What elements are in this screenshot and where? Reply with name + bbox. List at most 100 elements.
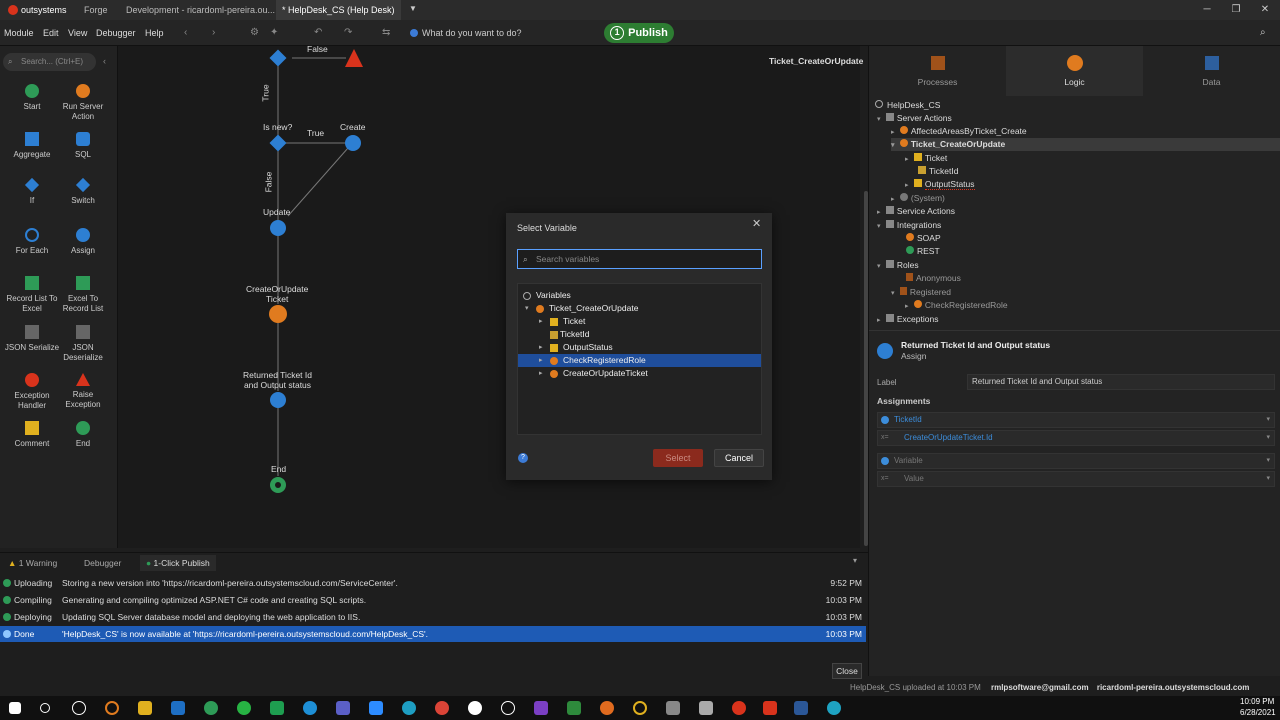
file-explorer-icon[interactable]: [138, 701, 152, 715]
tree-roles[interactable]: ▾ Roles: [877, 259, 919, 272]
tool-sql[interactable]: SQL: [55, 132, 111, 160]
toolbox-search-input[interactable]: ⌕ Search... (Ctrl+E): [3, 53, 96, 71]
app-green-icon[interactable]: [204, 701, 218, 715]
tree-ticket[interactable]: ▸ Ticket: [518, 315, 761, 328]
edge-icon[interactable]: [402, 701, 416, 715]
log-row-done[interactable]: Done 'HelpDesk_CS' is now available at 'h…: [0, 626, 866, 642]
tab-warnings[interactable]: ▲ 1 Warning: [8, 555, 57, 571]
tool-exception-handler[interactable]: Exception Handler: [4, 373, 60, 411]
tool-for-each[interactable]: For Each: [4, 228, 60, 256]
chrome-icon[interactable]: [435, 701, 449, 715]
variable-search-input[interactable]: ⌕ Search variables: [517, 249, 762, 269]
close-window-icon[interactable]: ✕: [1250, 0, 1280, 20]
clock-date[interactable]: 6/28/2021: [1240, 708, 1276, 717]
tree-service-actions[interactable]: ▸ Service Actions: [877, 205, 955, 218]
app-red-icon[interactable]: [732, 701, 746, 715]
tab-development[interactable]: Development - ricardoml-pereira.ou...: [126, 0, 275, 20]
tree-helpdesk-cs[interactable]: HelpDesk_CS: [875, 99, 940, 112]
search-icon[interactable]: ⌕: [1260, 20, 1266, 46]
maximize-icon[interactable]: ❐: [1221, 0, 1251, 20]
tree-registered[interactable]: ▾ Registered: [891, 286, 951, 299]
clock-time[interactable]: 10:09 PM: [1240, 697, 1274, 706]
menu-help[interactable]: Help: [145, 20, 164, 46]
menu-debugger[interactable]: Debugger: [96, 20, 136, 46]
tool-record-list-to-excel[interactable]: Record List To Excel: [4, 276, 60, 314]
compare-icon[interactable]: ⇆: [382, 20, 390, 46]
tool-json-serialize[interactable]: JSON Serialize: [4, 325, 60, 353]
app-gray-icon[interactable]: [666, 701, 680, 715]
tree-soap[interactable]: SOAP: [903, 232, 941, 245]
tree-rest[interactable]: REST: [903, 245, 940, 258]
tree-check-registered-role[interactable]: ▸ CheckRegisteredRole: [518, 354, 761, 367]
tree-server-actions[interactable]: ▾ Server Actions: [877, 112, 952, 125]
tool-switch[interactable]: Switch: [55, 177, 111, 206]
publish-button[interactable]: 1 Publish: [604, 23, 674, 43]
tool-run-server-action[interactable]: Run Server Action: [55, 84, 111, 122]
tool-assign[interactable]: Assign: [55, 228, 111, 256]
assignment-variable-2[interactable]: Variable ▾: [877, 453, 1275, 469]
hangouts-icon[interactable]: [270, 701, 284, 715]
tool-end[interactable]: End: [55, 421, 111, 449]
undo-icon[interactable]: ↶: [314, 20, 322, 46]
collapse-toolbox-icon[interactable]: ‹: [103, 56, 106, 66]
tab-helpdesk[interactable]: * HelpDesk_CS (Help Desk): [276, 0, 401, 20]
tool-excel-to-record-list[interactable]: Excel To Record List: [55, 276, 111, 314]
tree-ticket-create-or-update[interactable]: ▾ Ticket_CreateOrUpdate: [891, 138, 1280, 151]
zoom-icon[interactable]: [369, 701, 383, 715]
command-prompt[interactable]: What do you want to do?: [422, 20, 522, 46]
tree-create-or-update-ticket[interactable]: ▸ CreateOrUpdateTicket: [518, 367, 761, 380]
tree-ticket-create-or-update[interactable]: ▾ Ticket_CreateOrUpdate: [518, 302, 761, 315]
tree-param-output-status[interactable]: ▸ OutputStatus: [905, 178, 975, 191]
tabs-dropdown-icon[interactable]: ▼: [409, 4, 417, 13]
app-orange2-icon[interactable]: [600, 701, 614, 715]
dialog-close-icon[interactable]: ✕: [752, 217, 761, 230]
outlook-icon[interactable]: [171, 701, 185, 715]
debug-icon[interactable]: ✦: [270, 20, 278, 46]
app-white-icon[interactable]: [468, 701, 482, 715]
tool-json-deserialize[interactable]: JSON Deserialize: [55, 325, 111, 363]
assignment-value-1[interactable]: x= CreateOrUpdateTicket.Id ▾: [877, 430, 1275, 446]
assignment-value-2[interactable]: x= Value ▾: [877, 471, 1275, 487]
label-input[interactable]: Returned Ticket Id and Output status: [967, 374, 1275, 390]
tree-param-ticket-id[interactable]: TicketId: [915, 165, 958, 178]
tab-debugger[interactable]: Debugger: [84, 555, 121, 571]
tool-start[interactable]: Start: [4, 84, 60, 112]
tree-exceptions[interactable]: ▸ Exceptions: [877, 313, 938, 326]
tree-variables-root[interactable]: Variables: [518, 289, 761, 302]
whatsapp-icon[interactable]: [237, 701, 251, 715]
app-green2-icon[interactable]: [567, 701, 581, 715]
tab-data[interactable]: Data: [1143, 46, 1280, 96]
tree-anonymous[interactable]: Anonymous: [903, 272, 961, 285]
tree-integrations[interactable]: ▾ Integrations: [877, 219, 941, 232]
menu-module[interactable]: Module: [4, 20, 34, 46]
app-teal-icon[interactable]: [827, 701, 841, 715]
close-button[interactable]: Close: [832, 663, 862, 679]
tab-logic[interactable]: Logic: [1006, 46, 1143, 96]
visual-studio-icon[interactable]: [534, 701, 548, 715]
app-orange-icon[interactable]: [105, 701, 119, 715]
skype-icon[interactable]: [303, 701, 317, 715]
forward-arrow-icon[interactable]: ›: [212, 20, 215, 46]
task-view-icon[interactable]: [72, 701, 86, 715]
menu-edit[interactable]: Edit: [43, 20, 59, 46]
tree-system[interactable]: ▸ (System): [891, 192, 945, 205]
search-icon[interactable]: [40, 703, 50, 713]
tool-aggregate[interactable]: Aggregate: [4, 132, 60, 160]
redo-icon[interactable]: ↷: [344, 20, 352, 46]
menu-view[interactable]: View: [68, 20, 87, 46]
tree-check-registered-role[interactable]: ▸ CheckRegisteredRole: [905, 299, 1008, 312]
assignment-variable-1[interactable]: TicketId ▾: [877, 412, 1275, 428]
windows-start-icon[interactable]: [9, 702, 21, 714]
cancel-button[interactable]: Cancel: [714, 449, 764, 467]
tree-output-status[interactable]: ▸ OutputStatus: [518, 341, 761, 354]
app-gray2-icon[interactable]: [699, 701, 713, 715]
tab-forge[interactable]: Forge: [84, 0, 108, 20]
tree-affected-areas[interactable]: ▸ AffectedAreasByTicket_Create: [891, 125, 1027, 138]
tool-comment[interactable]: Comment: [4, 421, 60, 449]
app-yellow-icon[interactable]: [633, 701, 647, 715]
minimize-icon[interactable]: ─: [1192, 0, 1222, 20]
tab-processes[interactable]: Processes: [869, 46, 1006, 96]
teams-icon[interactable]: [336, 701, 350, 715]
tab-1-click-publish[interactable]: ● 1-Click Publish: [140, 555, 216, 571]
help-icon[interactable]: ?: [518, 453, 528, 463]
